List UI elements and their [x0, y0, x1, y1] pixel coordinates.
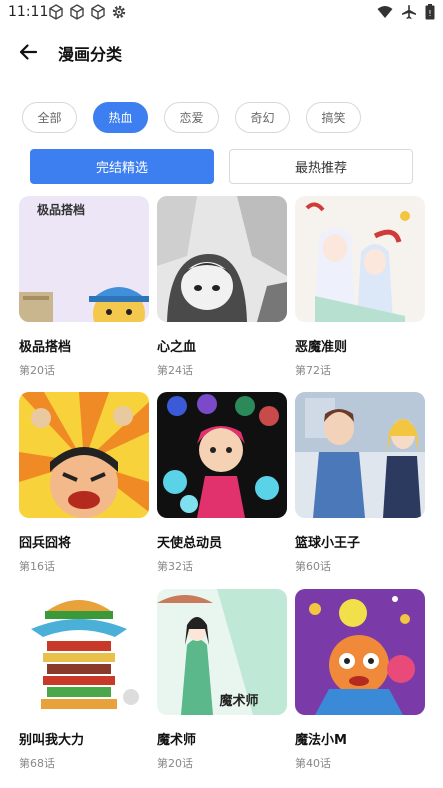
comic-cover — [157, 392, 287, 518]
completed-picks-button[interactable]: 完结精选 — [30, 149, 214, 184]
comic-episode: 第68话 — [19, 757, 55, 770]
status-bar: 11:11 ! — [0, 0, 443, 26]
category-chip-all[interactable]: 全部 — [22, 102, 77, 133]
comic-title: 恶魔准则 — [295, 340, 348, 355]
comic-card[interactable]: 篮球小王子 第60话 — [295, 392, 425, 574]
gear-icon — [112, 5, 126, 19]
cover-title-text: 魔术师 — [219, 693, 258, 709]
comic-episode: 第20话 — [19, 364, 55, 377]
svg-text:!: ! — [428, 9, 431, 18]
cube-icon — [49, 4, 63, 20]
comic-episode: 第60话 — [295, 560, 331, 573]
comic-cover — [295, 589, 425, 715]
page-title: 漫画分类 — [58, 45, 123, 64]
comic-episode: 第72话 — [295, 364, 331, 377]
wifi-icon — [377, 6, 393, 18]
comic-episode: 第16话 — [19, 560, 55, 573]
comic-cover — [295, 392, 425, 518]
comic-cover — [157, 196, 287, 322]
comic-card[interactable]: 别叫我大力 第68话 — [19, 589, 149, 771]
comic-cover — [19, 392, 149, 518]
cube-icon — [91, 4, 105, 20]
status-icons-left — [48, 4, 127, 20]
comic-episode: 第24话 — [157, 364, 193, 377]
category-chip-romance[interactable]: 恋爱 — [164, 102, 219, 133]
comic-episode: 第20话 — [157, 757, 193, 770]
comic-cover — [19, 589, 149, 715]
battery-icon: ! — [425, 4, 435, 20]
comic-title: 极品搭档 — [19, 340, 72, 355]
category-chip-fantasy[interactable]: 奇幻 — [235, 102, 290, 133]
comic-grid: 极品搭档 极品搭档 第20话 心之血 第24话 恶魔准则 第72话 囧兵囧将 第… — [19, 196, 425, 788]
category-chip-comedy[interactable]: 搞笑 — [306, 102, 361, 133]
status-time: 11:11 — [8, 4, 49, 20]
comic-card[interactable]: 心之血 第24话 — [157, 196, 287, 378]
airplane-icon — [402, 5, 416, 19]
comic-title: 魔法小M — [295, 733, 347, 748]
app-bar: 漫画分类 — [0, 30, 443, 74]
comic-card[interactable]: 魔法小M 第40话 — [295, 589, 425, 771]
comic-title: 篮球小王子 — [295, 536, 361, 551]
cover-title-text: 极品搭档 — [37, 202, 85, 217]
comic-card[interactable]: 天使总动员 第32话 — [157, 392, 287, 574]
comic-title: 天使总动员 — [157, 536, 223, 551]
comic-card[interactable]: 极品搭档 极品搭档 第20话 — [19, 196, 149, 378]
comic-title: 心之血 — [157, 340, 197, 355]
back-button[interactable] — [14, 38, 42, 66]
comic-title: 魔术师 — [157, 733, 197, 748]
comic-cover: 极品搭档 — [19, 196, 149, 322]
category-chip-hot-blood[interactable]: 热血 — [93, 102, 148, 133]
comic-episode: 第32话 — [157, 560, 193, 573]
arrow-left-icon — [19, 44, 38, 60]
comic-title: 囧兵囧将 — [19, 536, 72, 551]
most-popular-button[interactable]: 最热推荐 — [229, 149, 413, 184]
comic-card[interactable]: 魔术师 魔术师 第20话 — [157, 589, 287, 771]
comic-cover: 魔术师 — [157, 589, 287, 715]
comic-title: 别叫我大力 — [19, 733, 85, 748]
comic-card[interactable]: 恶魔准则 第72话 — [295, 196, 425, 378]
comic-card[interactable]: 囧兵囧将 第16话 — [19, 392, 149, 574]
comic-cover — [295, 196, 425, 322]
status-icons-right: ! — [377, 4, 435, 20]
comic-episode: 第40话 — [295, 757, 331, 770]
cube-icon — [70, 4, 84, 20]
category-tabs: 全部 热血 恋爱 奇幻 搞笑 — [22, 102, 361, 133]
